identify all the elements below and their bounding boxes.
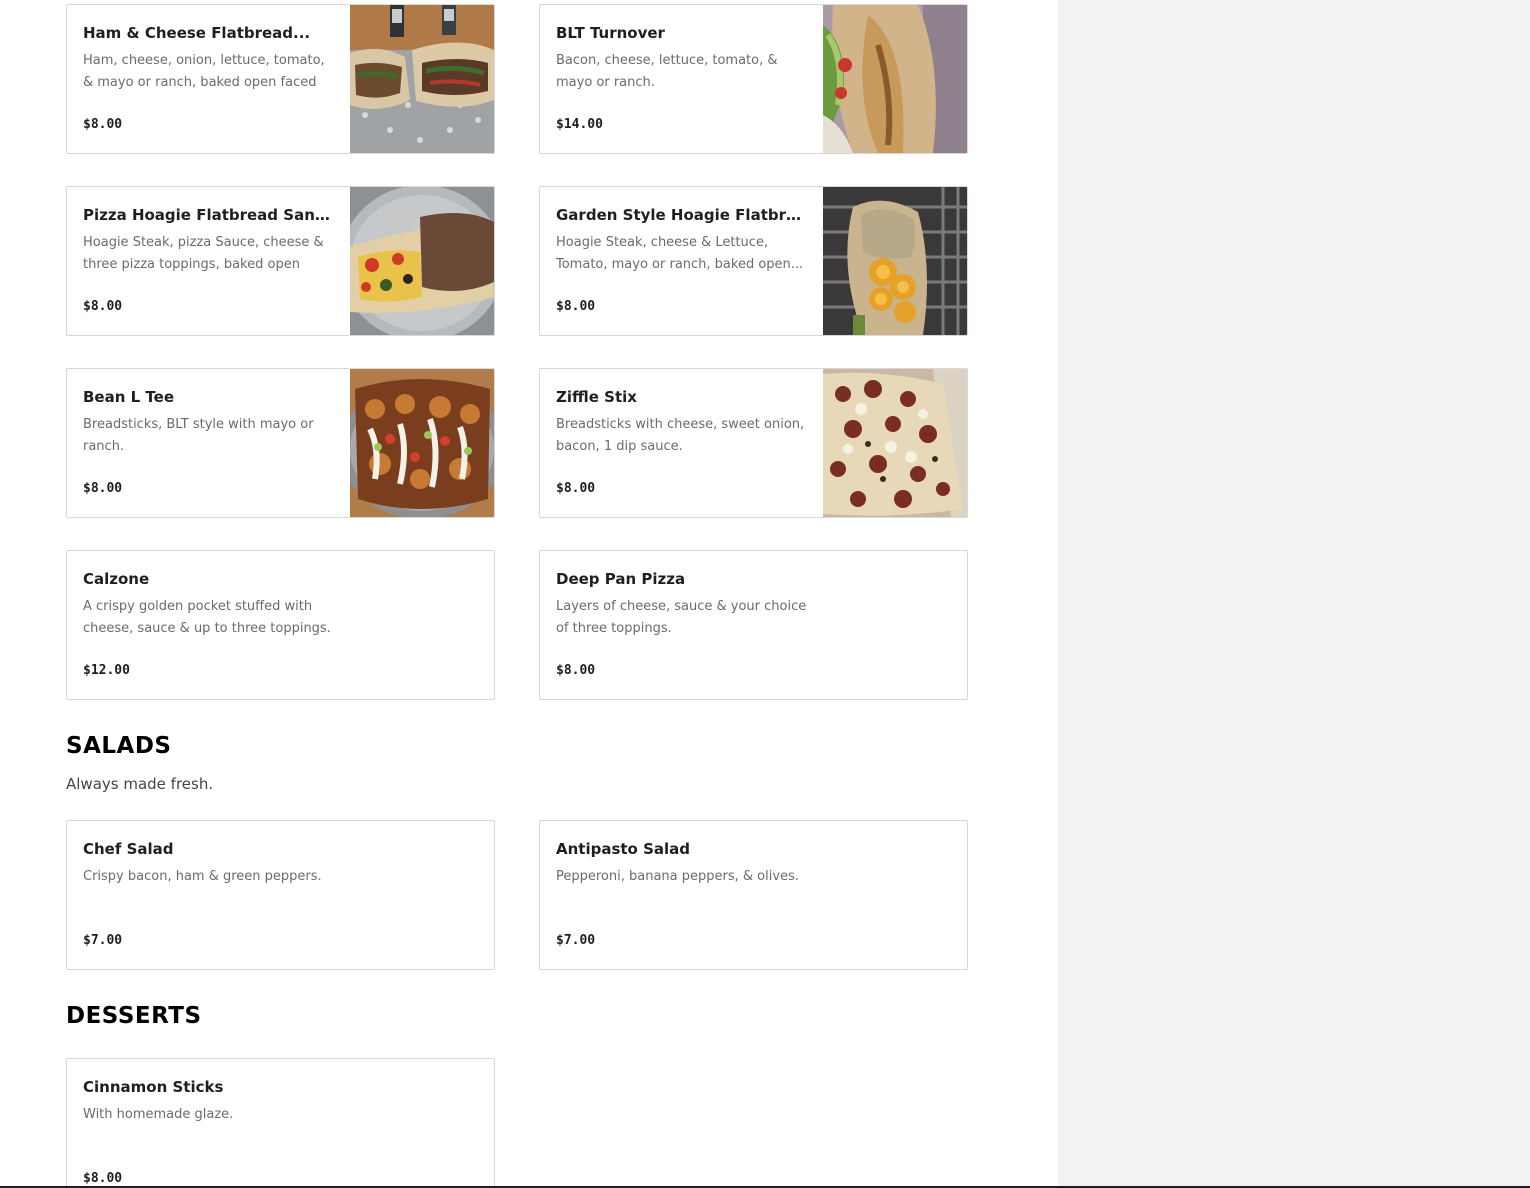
menu-item-title: Deep Pan Pizza (556, 570, 686, 588)
menu-item-title: Ziffle Stix (556, 388, 637, 406)
menu-item-title: Ham & Cheese Flatbread... (83, 24, 311, 42)
menu-item-price: $8.00 (83, 117, 123, 132)
salads-section-title: SALADS (66, 733, 172, 759)
menu-item-card[interactable]: Cinnamon Sticks With homemade glaze. $8.… (66, 1058, 495, 1188)
menu-item-price: $14.00 (556, 117, 603, 132)
menu-item-description: Layers of cheese, sauce & your choice of… (556, 599, 807, 636)
menu-item-price: $7.00 (83, 933, 123, 948)
bean-l-tee-photo (350, 369, 494, 517)
pizza-hoagie-photo (350, 187, 494, 335)
menu-item-title: Cinnamon Sticks (83, 1078, 224, 1096)
menu-item-card[interactable]: Garden Style Hoagie Flatbread... Hoagie … (539, 186, 968, 336)
menu-item-title: Calzone (83, 570, 150, 588)
menu-item-description: Hoagie Steak, pizza Sauce, cheese & thre… (83, 235, 324, 272)
desserts-section-title: DESSERTS (66, 1003, 202, 1029)
menu-item-description: Breadsticks, BLT style with mayo or ranc… (83, 417, 314, 454)
menu-main-column: Ham & Cheese Flatbread... Ham, cheese, o… (0, 0, 1058, 1188)
ziffle-stix-photo (823, 369, 967, 517)
menu-item-price: $12.00 (83, 663, 130, 678)
menu-item-price: $7.00 (556, 933, 596, 948)
menu-item-description: Pepperoni, banana peppers, & olives. (556, 869, 799, 884)
menu-item-price: $8.00 (556, 663, 596, 678)
menu-item-price: $8.00 (83, 1171, 123, 1186)
menu-item-description: Ham, cheese, onion, lettuce, tomato, & m… (83, 53, 325, 90)
menu-item-title: Bean L Tee (83, 388, 174, 406)
menu-item-card[interactable]: BLT Turnover Bacon, cheese, lettuce, tom… (539, 4, 968, 154)
menu-item-price: $8.00 (556, 299, 596, 314)
menu-item-description: Bacon, cheese, lettuce, tomato, & mayo o… (556, 53, 778, 90)
menu-item-price: $8.00 (556, 481, 596, 496)
blt-turnover-photo (823, 5, 967, 153)
menu-item-card[interactable]: Pizza Hoagie Flatbread Sandwich Hoagie S… (66, 186, 495, 336)
menu-item-card[interactable]: Ham & Cheese Flatbread... Ham, cheese, o… (66, 4, 495, 154)
menu-item-title: Garden Style Hoagie Flatbread... (556, 206, 811, 224)
menu-item-title: Antipasto Salad (556, 840, 691, 858)
menu-item-description: With homemade glaze. (83, 1107, 234, 1122)
menu-item-card[interactable]: Deep Pan Pizza Layers of cheese, sauce &… (539, 550, 968, 700)
menu-item-title: Chef Salad (83, 840, 174, 858)
garden-hoagie-photo (823, 187, 967, 335)
salads-section-subtitle: Always made fresh. (66, 775, 214, 793)
menu-item-card[interactable]: Chef Salad Crispy bacon, ham & green pep… (66, 820, 495, 970)
menu-item-card[interactable]: Ziffle Stix Breadsticks with cheese, swe… (539, 368, 968, 518)
menu-item-card[interactable]: Calzone A crispy golden pocket stuffed w… (66, 550, 495, 700)
menu-item-description: A crispy golden pocket stuffed with chee… (83, 599, 331, 636)
side-panel (1058, 0, 1530, 1188)
menu-item-description: Hoagie Steak, cheese & Lettuce, Tomato, … (556, 235, 804, 272)
menu-item-card[interactable]: Antipasto Salad Pepperoni, banana pepper… (539, 820, 968, 970)
menu-item-price: $8.00 (83, 481, 123, 496)
ham-cheese-flatbread-photo (350, 5, 494, 153)
menu-item-title: BLT Turnover (556, 24, 665, 42)
menu-item-title: Pizza Hoagie Flatbread Sandwich (83, 206, 338, 224)
menu-item-card[interactable]: Bean L Tee Breadsticks, BLT style with m… (66, 368, 495, 518)
menu-item-description: Breadsticks with cheese, sweet onion, ba… (556, 417, 805, 454)
menu-item-price: $8.00 (83, 299, 123, 314)
menu-item-description: Crispy bacon, ham & green peppers. (83, 869, 322, 884)
